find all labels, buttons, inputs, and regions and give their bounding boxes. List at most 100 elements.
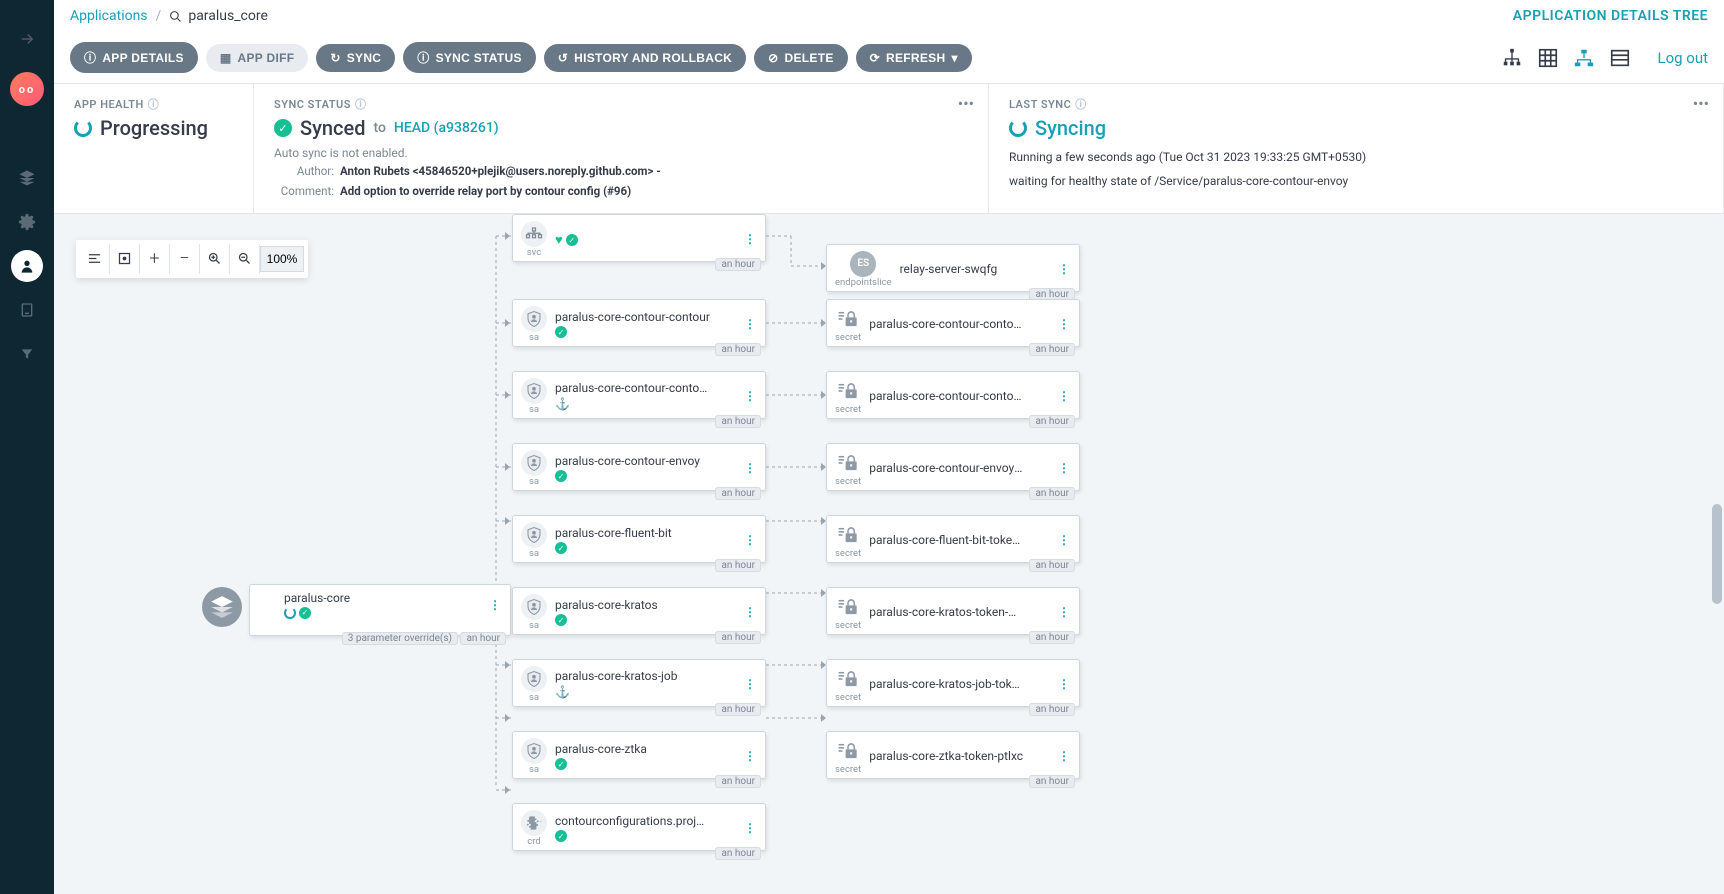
view-list-icon[interactable] — [1609, 47, 1631, 69]
override-badge: 3 parameter override(s) — [342, 632, 458, 645]
sync-button[interactable]: ↻ SYNC — [316, 44, 395, 72]
tree-canvas[interactable]: + − — [54, 214, 1724, 894]
node-menu-button[interactable]: ⋮ — [1056, 749, 1071, 763]
age-badge: an hour — [1029, 343, 1075, 356]
node-title: paralus-core-kratos-job-token... — [869, 677, 1024, 691]
secret-node[interactable]: secretparalus-core-kratos-job-token...⋮a… — [826, 659, 1080, 707]
secret-node[interactable]: secretparalus-core-fluent-bit-token-...⋮… — [826, 515, 1080, 563]
node-menu-button[interactable]: ⋮ — [1056, 262, 1071, 276]
secret-node[interactable]: secretparalus-core-contour-envoy-t...⋮an… — [826, 443, 1080, 491]
node-menu-button[interactable]: ⋮ — [742, 389, 757, 403]
sidebar-item-settings[interactable] — [11, 206, 43, 238]
sync-status-label: SYNC STATUS ⓘ — [274, 96, 968, 112]
node-menu-button[interactable]: ⋮ — [742, 232, 757, 246]
resource-node[interactable]: saparalus-core-contour-envoy✓⋮an hour — [512, 443, 766, 491]
synced-mini-icon: ✓ — [555, 758, 567, 770]
node-title: paralus-core-contour-envoy-t... — [869, 461, 1024, 475]
comment-value: Add option to override relay port by con… — [340, 184, 631, 198]
zoom-in-button[interactable]: + — [140, 244, 170, 274]
endpointslice-icon: ES — [850, 251, 876, 277]
zoom-out-magnify-button[interactable] — [230, 244, 260, 274]
breadcrumb-root-link[interactable]: Applications — [70, 8, 148, 24]
secret-icon — [835, 738, 861, 764]
node-menu-button[interactable]: ⋮ — [742, 461, 757, 475]
svc-node[interactable]: svc ♥✓ ⋮ an hour — [512, 214, 766, 262]
node-menu-button[interactable]: ⋮ — [742, 677, 757, 691]
resource-node[interactable]: saparalus-core-ztka✓⋮an hour — [512, 731, 766, 779]
secret-node[interactable]: secretparalus-core-contour-contour-...⋮a… — [826, 299, 1080, 347]
kind-label: sa — [529, 548, 539, 559]
root-node[interactable]: paralus-core ✓ ⋮ 3 parameter override(s)… — [249, 584, 511, 636]
service-icon — [521, 221, 547, 247]
logout-link[interactable]: Log out — [1657, 49, 1708, 67]
resource-node[interactable]: saparalus-core-contour-contour-...⚓⋮an h… — [512, 371, 766, 419]
endpointslice-node[interactable]: ES endpointslice relay-server-swqfg ⋮ an… — [826, 244, 1080, 292]
refresh-button[interactable]: ⟳ REFRESH ▾ — [856, 44, 972, 72]
node-menu-button[interactable]: ⋮ — [1056, 389, 1071, 403]
node-title: paralus-core-ztka — [555, 742, 647, 756]
tree-layout-button[interactable] — [80, 244, 110, 274]
node-title: paralus-core-kratos-token-m7... — [869, 605, 1024, 619]
search-icon — [169, 10, 182, 23]
view-tree-icon[interactable] — [1501, 47, 1523, 69]
node-menu-button[interactable]: ⋮ — [1056, 605, 1071, 619]
view-network-icon[interactable] — [1573, 47, 1595, 69]
crd-icon — [521, 810, 547, 836]
resource-node[interactable]: saparalus-core-contour-contour✓⋮an hour — [512, 299, 766, 347]
serviceaccount-icon — [521, 522, 547, 548]
resource-node[interactable]: saparalus-core-kratos-job⚓⋮an hour — [512, 659, 766, 707]
anchor-icon: ⚓ — [555, 685, 570, 699]
root-node-title: paralus-core — [284, 591, 350, 605]
synced-mini-icon: ✓ — [555, 326, 567, 338]
history-button[interactable]: ↺ HISTORY AND ROLLBACK — [544, 44, 746, 72]
node-menu-button[interactable]: ⋮ — [1056, 677, 1071, 691]
scrollbar-thumb[interactable] — [1712, 504, 1722, 604]
node-menu-button[interactable]: ⋮ — [1056, 533, 1071, 547]
health-value: Progressing — [74, 116, 233, 140]
node-title: contourconfigurations.project... — [555, 814, 710, 828]
age-badge: an hour — [715, 415, 761, 428]
node-menu-button[interactable]: ⋮ — [742, 821, 757, 835]
secret-node[interactable]: secretparalus-core-contour-contour-...⋮a… — [826, 371, 1080, 419]
secret-icon — [835, 594, 861, 620]
kind-label: svc — [527, 247, 541, 258]
delete-button[interactable]: ⊘ DELETE — [754, 44, 848, 72]
sidebar-item-filter[interactable] — [11, 338, 43, 370]
sync-status-button[interactable]: ⓘ SYNC STATUS — [403, 42, 536, 73]
progressing-mini-icon — [284, 607, 296, 619]
more-icon[interactable]: ••• — [1693, 94, 1709, 113]
kind-label: secret — [835, 404, 861, 415]
secret-node[interactable]: secretparalus-core-ztka-token-ptlxc⋮an h… — [826, 731, 1080, 779]
more-icon[interactable]: ••• — [958, 94, 974, 113]
argo-logo[interactable]: oo — [10, 72, 44, 106]
node-menu-button[interactable]: ⋮ — [1056, 461, 1071, 475]
sidebar-item-apps[interactable] — [11, 162, 43, 194]
revision-link[interactable]: HEAD (a938261) — [394, 120, 499, 136]
app-details-button[interactable]: ⓘ APP DETAILS — [70, 42, 198, 73]
synced-mini-icon: ✓ — [555, 470, 567, 482]
node-menu-button[interactable]: ⋮ — [742, 749, 757, 763]
zoom-in-magnify-button[interactable] — [200, 244, 230, 274]
node-menu-button[interactable]: ⋮ — [1056, 317, 1071, 331]
sidebar-item-user[interactable] — [11, 250, 43, 282]
app-diff-button[interactable]: ▦ APP DIFF — [206, 44, 309, 72]
fit-view-button[interactable] — [110, 244, 140, 274]
resource-node[interactable]: saparalus-core-fluent-bit✓⋮an hour — [512, 515, 766, 563]
node-menu-button[interactable]: ⋮ — [487, 598, 502, 612]
details-tree-link[interactable]: APPLICATION DETAILS TREE — [1513, 8, 1708, 24]
zoom-out-button[interactable]: − — [170, 244, 200, 274]
node-menu-button[interactable]: ⋮ — [742, 317, 757, 331]
resource-node[interactable]: crdcontourconfigurations.project...✓⋮an … — [512, 803, 766, 851]
node-menu-button[interactable]: ⋮ — [742, 533, 757, 547]
age-badge: an hour — [715, 343, 761, 356]
sidebar-item-docs[interactable] — [11, 294, 43, 326]
heart-icon: ♥ — [555, 232, 563, 248]
zoom-input[interactable] — [260, 246, 304, 272]
view-grid-icon[interactable] — [1537, 47, 1559, 69]
node-title: paralus-core-fluent-bit-token-... — [869, 533, 1024, 547]
node-menu-button[interactable]: ⋮ — [742, 605, 757, 619]
resource-node[interactable]: saparalus-core-kratos✓⋮an hour — [512, 587, 766, 635]
collapse-arrow-icon[interactable] — [18, 30, 36, 52]
secret-node[interactable]: secretparalus-core-kratos-token-m7...⋮an… — [826, 587, 1080, 635]
refresh-icon: ⟳ — [870, 51, 880, 65]
